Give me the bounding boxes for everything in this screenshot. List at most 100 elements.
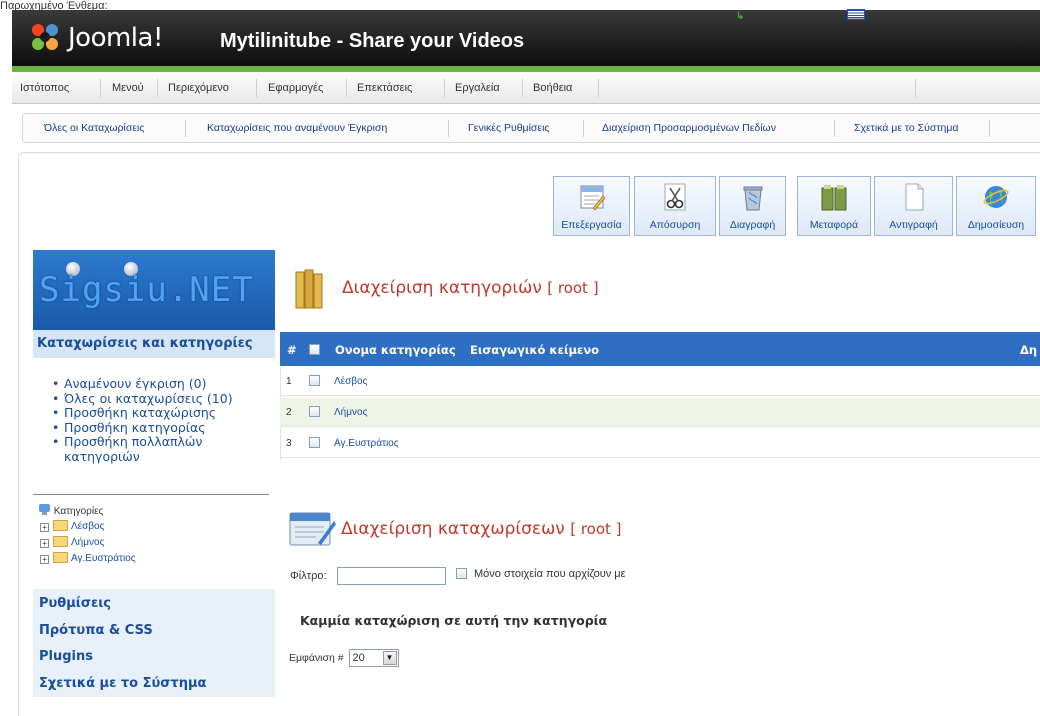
sidebar-link-add-multiple-categories[interactable]: Προσθήκη πολλαπλών κατηγοριών [52,434,272,464]
col-number: # [287,343,297,357]
menu-content[interactable]: Περιεχόμενο [168,82,229,94]
only-starting-checkbox[interactable] [456,568,467,579]
row-number: 2 [286,407,292,418]
menu-tools[interactable]: Εργαλεία [455,82,500,94]
folder-icon [53,552,68,563]
tree-node-label: Λέσβος [71,521,105,532]
site-language-indicator[interactable]: ↳ Site default language: [736,9,866,22]
toolbar-edit-label: Επεξεργασία [561,219,622,231]
col-published[interactable]: Δη [1020,343,1037,357]
toolbar-copy-button[interactable]: Αντιγραφή [874,176,953,236]
tree-root[interactable]: Κατηγορίες [38,503,103,517]
admin-header: Joomla! Mytilinitube - Share your Videos [12,10,1040,66]
expand-icon[interactable]: + [40,523,49,532]
menu-separator [100,79,101,97]
sidebar-link-add-category[interactable]: Προσθήκη κατηγορίας [52,420,272,436]
checkbox-box [309,406,320,417]
categories-root-icon [39,504,50,515]
categories-title: Διαχείριση κατηγοριών [ root ] [342,278,599,298]
language-label: Site default language: [747,11,845,22]
menu-site[interactable]: Ιστότοπος [20,82,69,94]
table-row: 2 Λήμνος [280,398,1040,427]
submenu-all-entries[interactable]: Όλες οι Καταχωρίσεις [44,122,144,134]
category-link[interactable]: Λέσβος [334,376,367,387]
sidebar-about-link[interactable]: Σχετικά με το Σύστημα [39,676,206,691]
category-link[interactable]: Αγ.Ευστράτιος [334,438,399,449]
categories-title-text: Διαχείριση κατηγοριών [342,278,542,298]
tree-node-ag-efstratios[interactable]: + Αγ.Ευστράτιος [40,552,136,564]
submenu-separator [834,120,835,137]
submenu-general-settings[interactable]: Γενικές Ρυθμίσεις [468,122,549,134]
menu-help[interactable]: Βοήθεια [533,82,572,94]
menu-menus[interactable]: Μενού [112,82,144,94]
sidebar-heading: Καταχωρίσεις και κατηγορίες [33,330,275,358]
display-limit-select[interactable]: 20 ▼ [348,649,399,667]
expand-icon[interactable]: + [40,539,49,548]
only-starting-option[interactable]: Μόνο στοιχεία που αρχίζουν με [456,568,626,580]
sidebar-templates-link[interactable]: Πρότυπα & CSS [39,623,153,638]
submenu-about[interactable]: Σχετικά με το Σύστημα [854,122,959,134]
submenu-pending-entries[interactable]: Καταχωρίσεις που αναμένουν Έγκριση [207,122,387,134]
row-checkbox[interactable] [309,406,320,418]
move-folders-icon [821,185,847,211]
checkbox-box [309,344,320,355]
filter-input[interactable] [337,567,446,585]
col-category-name[interactable]: Ονομα κατηγορίας [335,343,456,357]
menu-components[interactable]: Εφαρμογές [268,82,323,94]
toolbar-move-label: Μεταφορά [809,219,859,231]
folder-icon [53,536,68,547]
col-intro-text[interactable]: Εισαγωγικό κείμενο [470,343,599,357]
empty-entries-message: Καμμία καταχώριση σε αυτή την κατηγορία [300,613,608,628]
sidebar-links: Αναμένουν έγκριση (0) Όλες οι καταχωρίσε… [52,376,272,464]
toolbar-publish-label: Δημοσίευση [967,219,1025,231]
tree-node-label: Λήμνος [71,537,105,548]
toolbar-copy-label: Αντιγραφή [889,219,938,231]
toolbar-move-button[interactable]: Μεταφορά [797,176,871,236]
sidebar-divider [33,494,269,495]
folder-icon [53,520,68,531]
sidebar-plugins-link[interactable]: Plugins [39,649,93,664]
joomla-logo-icon [32,24,58,50]
toolbar-unpublish-button[interactable]: Απόσυρση [634,176,716,236]
checkbox-box [309,437,320,448]
submenu-separator [989,120,990,137]
expand-icon[interactable]: + [40,555,49,564]
toolbar-delete-label: Διαγραφή [729,219,776,231]
sidebar-bottom-links: Ρυθμίσεις Πρότυπα & CSS Plugins Σχετικά … [33,589,275,697]
component-submenu: Όλες οι Καταχωρίσεις Καταχωρίσεις που αν… [22,113,1040,143]
toolbar-delete-button[interactable]: Διαγραφή [719,176,786,236]
tree-node-label: Αγ.Ευστράτιος [71,553,136,564]
sidebar-settings-link[interactable]: Ρυθμίσεις [39,596,111,611]
only-starting-label: Μόνο στοιχεία που αρχίζουν με [474,568,626,580]
row-checkbox[interactable] [309,375,320,387]
menu-separator [346,79,347,97]
sidebar-link-pending[interactable]: Αναμένουν έγκριση (0) [52,376,272,392]
row-checkbox[interactable] [309,437,320,449]
submenu-separator [448,120,449,137]
select-all-checkbox[interactable] [309,342,320,356]
chevron-down-icon[interactable]: ▼ [382,651,397,665]
entries-manager-icon [289,512,336,546]
scissors-icon [664,183,686,211]
menu-extensions[interactable]: Επεκτάσεις [357,82,412,94]
globe-icon [983,186,1009,208]
entries-title-text: Διαχείριση καταχωρίσεων [341,519,565,539]
toolbar-unpublish-label: Απόσυρση [649,219,701,231]
submenu-separator [185,120,186,137]
row-number: 1 [286,376,292,387]
edit-icon [580,185,605,211]
table-row: 3 Αγ.Ευστράτιος [280,429,1040,458]
submenu-custom-fields[interactable]: Διαχείριση Προσαρμοσμένων Πεδίων [602,122,776,134]
categories-folder-icon [295,269,323,309]
table-row: 1 Λέσβος [280,367,1040,396]
sidebar-link-add-entry[interactable]: Προσθήκη καταχώρισης [52,405,272,421]
toolbar-publish-button[interactable]: Δημοσίευση [956,176,1036,236]
tree-node-lesvos[interactable]: + Λέσβος [40,520,104,532]
sidebar-link-all-entries[interactable]: Όλες οι καταχωρίσεις (10) [52,391,272,407]
menu-separator [157,79,158,97]
tree-node-limnos[interactable]: + Λήμνος [40,536,104,548]
tree-root-label: Κατηγορίες [53,506,104,517]
toolbar-edit-button[interactable]: Επεξεργασία [553,176,630,236]
trash-icon [743,186,762,211]
category-link[interactable]: Λήμνος [334,407,367,418]
